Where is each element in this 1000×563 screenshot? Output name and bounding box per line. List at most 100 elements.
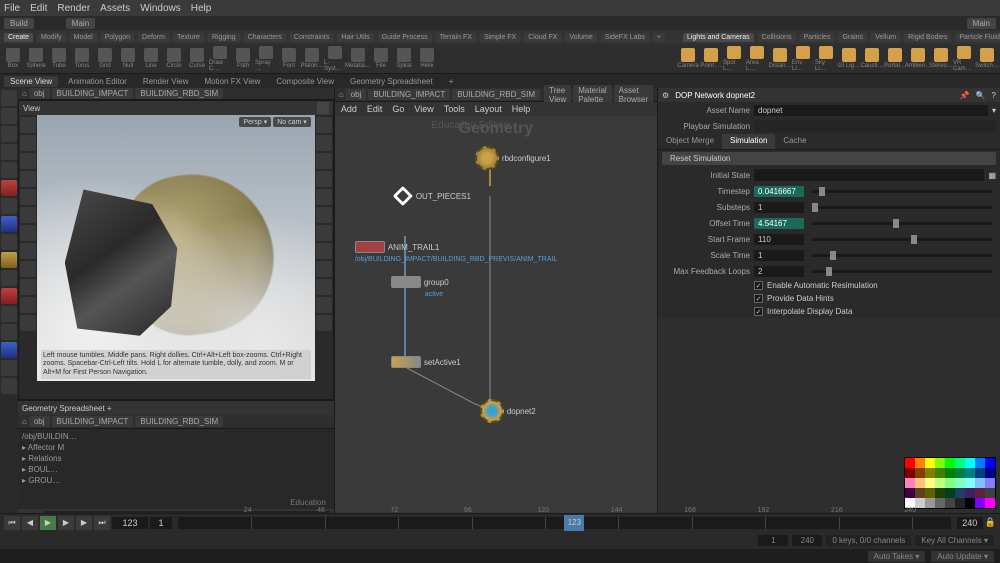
vp-tool-icon[interactable] <box>316 153 332 169</box>
play-fwd-button[interactable]: ▶ <box>58 516 74 530</box>
main-menubar[interactable]: File Edit Render Assets Windows Help <box>0 0 1000 16</box>
shelf-tab[interactable]: Model <box>70 33 97 42</box>
shelf-tab[interactable]: Terrain FX <box>436 33 476 42</box>
vp-tool-icon[interactable] <box>20 207 36 223</box>
menu-file[interactable]: File <box>4 3 20 14</box>
tool-button[interactable] <box>1 180 17 196</box>
color-swatch[interactable] <box>935 478 945 488</box>
timeline-cursor[interactable]: 123 <box>564 515 584 531</box>
color-swatch[interactable] <box>905 478 915 488</box>
tool-button[interactable] <box>1 360 17 376</box>
node-group0[interactable]: group0 active <box>391 276 449 298</box>
color-swatch[interactable] <box>945 458 955 468</box>
desk-tab[interactable]: + <box>443 76 460 87</box>
network-path[interactable]: ⌂ obj BUILDING_IMPACT BUILDING_RBD_SIM T… <box>335 88 657 102</box>
color-swatch[interactable] <box>905 468 915 478</box>
shelf-tab[interactable]: Rigid Bodies <box>904 33 951 42</box>
tool-button[interactable] <box>1 252 17 268</box>
color-swatch[interactable] <box>985 468 995 478</box>
menu-assets[interactable]: Assets <box>100 3 130 14</box>
offset-slider[interactable] <box>812 222 992 225</box>
network-menubar[interactable]: AddEditGoViewToolsLayoutHelp <box>335 102 657 116</box>
vp-tool-icon[interactable] <box>316 189 332 205</box>
vp-tool-icon[interactable] <box>20 279 36 295</box>
tool-button[interactable] <box>1 108 17 124</box>
net-menu-edit[interactable]: Edit <box>367 104 383 114</box>
color-swatch[interactable] <box>975 488 985 498</box>
color-swatch[interactable] <box>945 488 955 498</box>
font-tool[interactable]: Font <box>278 46 300 72</box>
substeps-input[interactable]: 1 <box>754 202 804 213</box>
color-swatch[interactable] <box>955 478 965 488</box>
timeline-track[interactable]: 123 24487296120144168192216240 <box>178 517 951 529</box>
tab-simulation[interactable]: Simulation <box>722 134 775 149</box>
gear-icon[interactable]: ⚙ <box>662 91 669 100</box>
color-swatch[interactable] <box>925 488 935 498</box>
spreadsheet-body[interactable]: /obj/BUILDIN…▸ Affector M▸ Relations▸ BO… <box>18 429 334 509</box>
crumb-home-icon[interactable]: ⌂ <box>22 89 27 98</box>
shelf-tab[interactable]: Texture <box>173 33 204 42</box>
color-swatch[interactable] <box>935 498 945 508</box>
color-swatch[interactable] <box>935 458 945 468</box>
vp-tool-icon[interactable] <box>20 225 36 241</box>
node-out-pieces[interactable]: OUT_PIECES1 <box>393 186 471 206</box>
color-swatch[interactable] <box>955 458 965 468</box>
ck-auto-resim[interactable]: ✓ <box>754 281 763 290</box>
viewport-path[interactable]: ⌂ obj BUILDING_IMPACT BUILDING_RBD_SIM <box>18 88 334 100</box>
menu-edit[interactable]: Edit <box>30 3 47 14</box>
viewport-render[interactable]: Persp ▾ No cam ▾ Left mouse tumbles. Mid… <box>37 115 315 381</box>
step-fwd-button[interactable]: ▶ <box>76 516 92 530</box>
shelf-tab[interactable]: Particles <box>800 33 835 42</box>
vp-tool-icon[interactable] <box>20 135 36 151</box>
shelf-tab[interactable]: Simple FX <box>480 33 520 42</box>
vp-tool-icon[interactable] <box>20 261 36 277</box>
help-icon[interactable]: ? <box>992 91 996 100</box>
tool-button[interactable] <box>1 288 17 304</box>
color-swatch[interactable] <box>965 478 975 488</box>
shelf-tab[interactable]: Constraints <box>290 33 333 42</box>
vp-tool-icon[interactable] <box>20 117 36 133</box>
shelf-tab[interactable]: Characters <box>244 33 286 42</box>
net-menu-view[interactable]: View <box>414 104 433 114</box>
color-swatch[interactable] <box>905 488 915 498</box>
vp-tool-icon[interactable] <box>316 135 332 151</box>
scaletime-slider[interactable] <box>812 254 992 257</box>
shelf-tab[interactable]: Rigging <box>208 33 240 42</box>
point-light-tool[interactable]: Point … <box>700 46 722 72</box>
color-swatch[interactable] <box>955 498 965 508</box>
color-palette[interactable] <box>904 457 996 509</box>
node-dopnet[interactable]: dopnet2 <box>480 399 536 423</box>
color-swatch[interactable] <box>915 478 925 488</box>
vp-tool-icon[interactable] <box>316 279 332 295</box>
distant-light-tool[interactable]: Distan… <box>769 46 791 72</box>
spreadsheet-path[interactable]: ⌂ obj BUILDING_IMPACT BUILDING_RBD_SIM <box>18 415 334 429</box>
color-swatch[interactable] <box>975 458 985 468</box>
step-back-button[interactable]: ◀ <box>22 516 38 530</box>
timestep-input[interactable]: 0.0416667 <box>754 186 804 197</box>
shelf-tab[interactable]: Grains <box>838 33 867 42</box>
metaball-tool[interactable]: Metaba… <box>347 46 369 72</box>
gi-light-tool[interactable]: GI Lig… <box>838 46 860 72</box>
color-swatch[interactable] <box>965 488 975 498</box>
color-swatch[interactable] <box>965 458 975 468</box>
persp-dropdown[interactable]: Persp ▾ <box>239 117 271 127</box>
color-swatch[interactable] <box>915 498 925 508</box>
startframe-slider[interactable] <box>812 238 992 241</box>
desk-tab[interactable]: Motion FX View <box>198 76 266 87</box>
null-tool[interactable]: Null <box>117 46 139 72</box>
chevron-icon[interactable]: ▾ <box>992 106 996 115</box>
tool-button[interactable] <box>1 198 17 214</box>
color-swatch[interactable] <box>905 458 915 468</box>
env-light-tool[interactable]: Env Li… <box>792 46 814 72</box>
tree-row[interactable]: ▸ BOUL… <box>20 464 332 475</box>
net-menu-go[interactable]: Go <box>392 104 404 114</box>
crumb-obj[interactable]: obj <box>29 88 50 99</box>
portal-light-tool[interactable]: Portal… <box>884 46 906 72</box>
grid-tool[interactable]: Grid <box>94 46 116 72</box>
key-all-dropdown[interactable]: Key All Channels ▾ <box>915 535 994 546</box>
node-setactive[interactable]: setActive1 <box>391 356 461 368</box>
tab-object-merge[interactable]: Object Merge <box>658 134 722 149</box>
desktop-main-right[interactable]: Main <box>967 18 996 29</box>
shelf-tab[interactable]: + <box>653 33 665 42</box>
vp-tool-icon[interactable] <box>316 171 332 187</box>
